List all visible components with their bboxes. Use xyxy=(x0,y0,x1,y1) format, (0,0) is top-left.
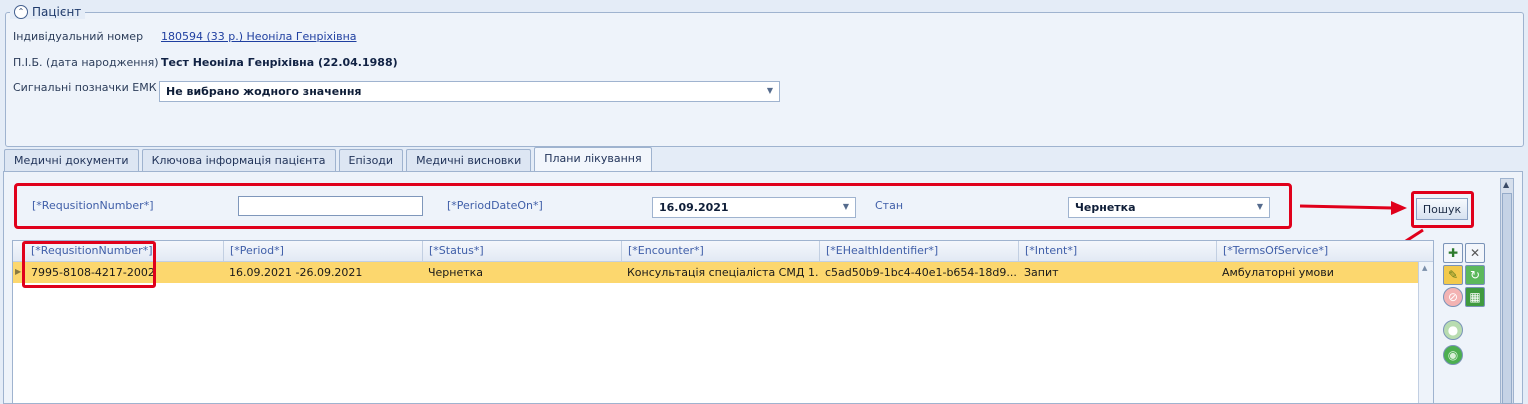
chevron-down-icon: ▼ xyxy=(766,86,773,95)
patient-group-title: Пацієнт xyxy=(32,5,82,19)
state-select[interactable]: Чернетка ▼ xyxy=(1068,197,1270,218)
tab-medical-documents[interactable]: Медичні документи xyxy=(4,149,139,171)
period-date-value: 16.09.2021 xyxy=(659,201,729,214)
arrow-head-search xyxy=(1391,201,1407,215)
period-filter-label: [*PeriodDateOn*] xyxy=(447,199,543,212)
column-header-status[interactable]: [*Status*] xyxy=(422,241,620,261)
state-filter-label: Стан xyxy=(875,199,904,212)
column-header-ehealth-id[interactable]: [*EHealthIdentifier*] xyxy=(819,241,1017,261)
tab-episodes[interactable]: Епізоди xyxy=(338,149,404,171)
id-label: Індивідуальний номер xyxy=(13,30,144,43)
cell-ehealth-id: c5ad50b9-1bc4-40e1-b654-18d9... xyxy=(825,266,1017,279)
approve-icon[interactable]: ● xyxy=(1443,320,1463,340)
state-select-value: Чернетка xyxy=(1075,201,1136,214)
delete-icon[interactable]: ⊘ xyxy=(1443,287,1463,307)
column-header-encounter[interactable]: [*Encounter*] xyxy=(621,241,819,261)
chevron-up-icon[interactable]: ⌃ xyxy=(14,5,28,19)
table-row[interactable]: ▶ 7995-8108-4217-2002 16.09.2021 -26.09.… xyxy=(13,262,1419,283)
column-header-intent[interactable]: [*Intent*] xyxy=(1018,241,1216,261)
cell-encounter: Консультація спеціаліста СМД 1... xyxy=(627,266,819,279)
flags-label: Сигнальні позначки ЕМК xyxy=(13,81,157,94)
arrow-to-search xyxy=(1299,204,1394,210)
name-label: П.І.Б. (дата народження) xyxy=(13,56,159,69)
edit-icon[interactable]: ✎ xyxy=(1443,265,1463,285)
patient-group-header: ⌃ Пацієнт xyxy=(10,5,86,19)
requisition-highlight xyxy=(22,241,156,288)
tab-treatment-plans[interactable]: Плани лікування xyxy=(534,147,652,171)
tab-key-info[interactable]: Ключова інформація пацієнта xyxy=(141,149,336,171)
scroll-up-icon[interactable]: ▲ xyxy=(1422,264,1427,272)
treatment-plans-grid: [*RequsitionNumber*] [*Period*] [*Status… xyxy=(12,240,1434,404)
chevron-down-icon: ▼ xyxy=(842,202,849,211)
cell-terms: Амбулаторні умови xyxy=(1222,266,1334,279)
cell-period: 16.09.2021 -26.09.2021 xyxy=(229,266,363,279)
flags-select[interactable]: Не вибрано жодного значення ▼ xyxy=(159,81,780,102)
add-document-icon[interactable]: ✚ xyxy=(1443,243,1463,263)
cell-status: Чернетка xyxy=(428,266,484,279)
grid-scrollbar[interactable]: ▲ xyxy=(1418,262,1433,403)
patient-name: Тест Неоніла Генріхівна (22.04.1988) xyxy=(161,56,398,69)
tools-icon[interactable]: ✕ xyxy=(1465,243,1485,263)
scroll-thumb[interactable] xyxy=(1502,193,1512,404)
requisition-filter-input[interactable] xyxy=(238,196,423,216)
requisition-filter-label: [*RequsitionNumber*] xyxy=(32,199,154,212)
period-date-picker[interactable]: 16.09.2021 ▼ xyxy=(652,197,856,218)
panel-scrollbar[interactable]: ▲ xyxy=(1500,178,1514,404)
column-header-period[interactable]: [*Period*] xyxy=(223,241,421,261)
patient-id-link[interactable]: 180594 (33 р.) Неоніла Генріхівна xyxy=(161,30,357,43)
tab-medical-conclusions[interactable]: Медичні висновки xyxy=(406,149,532,171)
refresh-icon[interactable]: ↻ xyxy=(1465,265,1485,285)
column-header-terms[interactable]: [*TermsOfService*] xyxy=(1216,241,1419,261)
export-icon[interactable]: ▦ xyxy=(1465,287,1485,307)
tab-strip: Медичні документи Ключова інформація пац… xyxy=(4,147,655,171)
row-indicator-icon: ▶ xyxy=(15,267,22,276)
sign-icon[interactable]: ◉ xyxy=(1443,345,1463,365)
scroll-up-icon[interactable]: ▲ xyxy=(1503,180,1509,189)
flags-select-value: Не вибрано жодного значення xyxy=(166,85,362,98)
chevron-down-icon: ▼ xyxy=(1256,202,1263,211)
cell-intent: Запит xyxy=(1024,266,1059,279)
grid-header: [*RequsitionNumber*] [*Period*] [*Status… xyxy=(13,241,1433,262)
